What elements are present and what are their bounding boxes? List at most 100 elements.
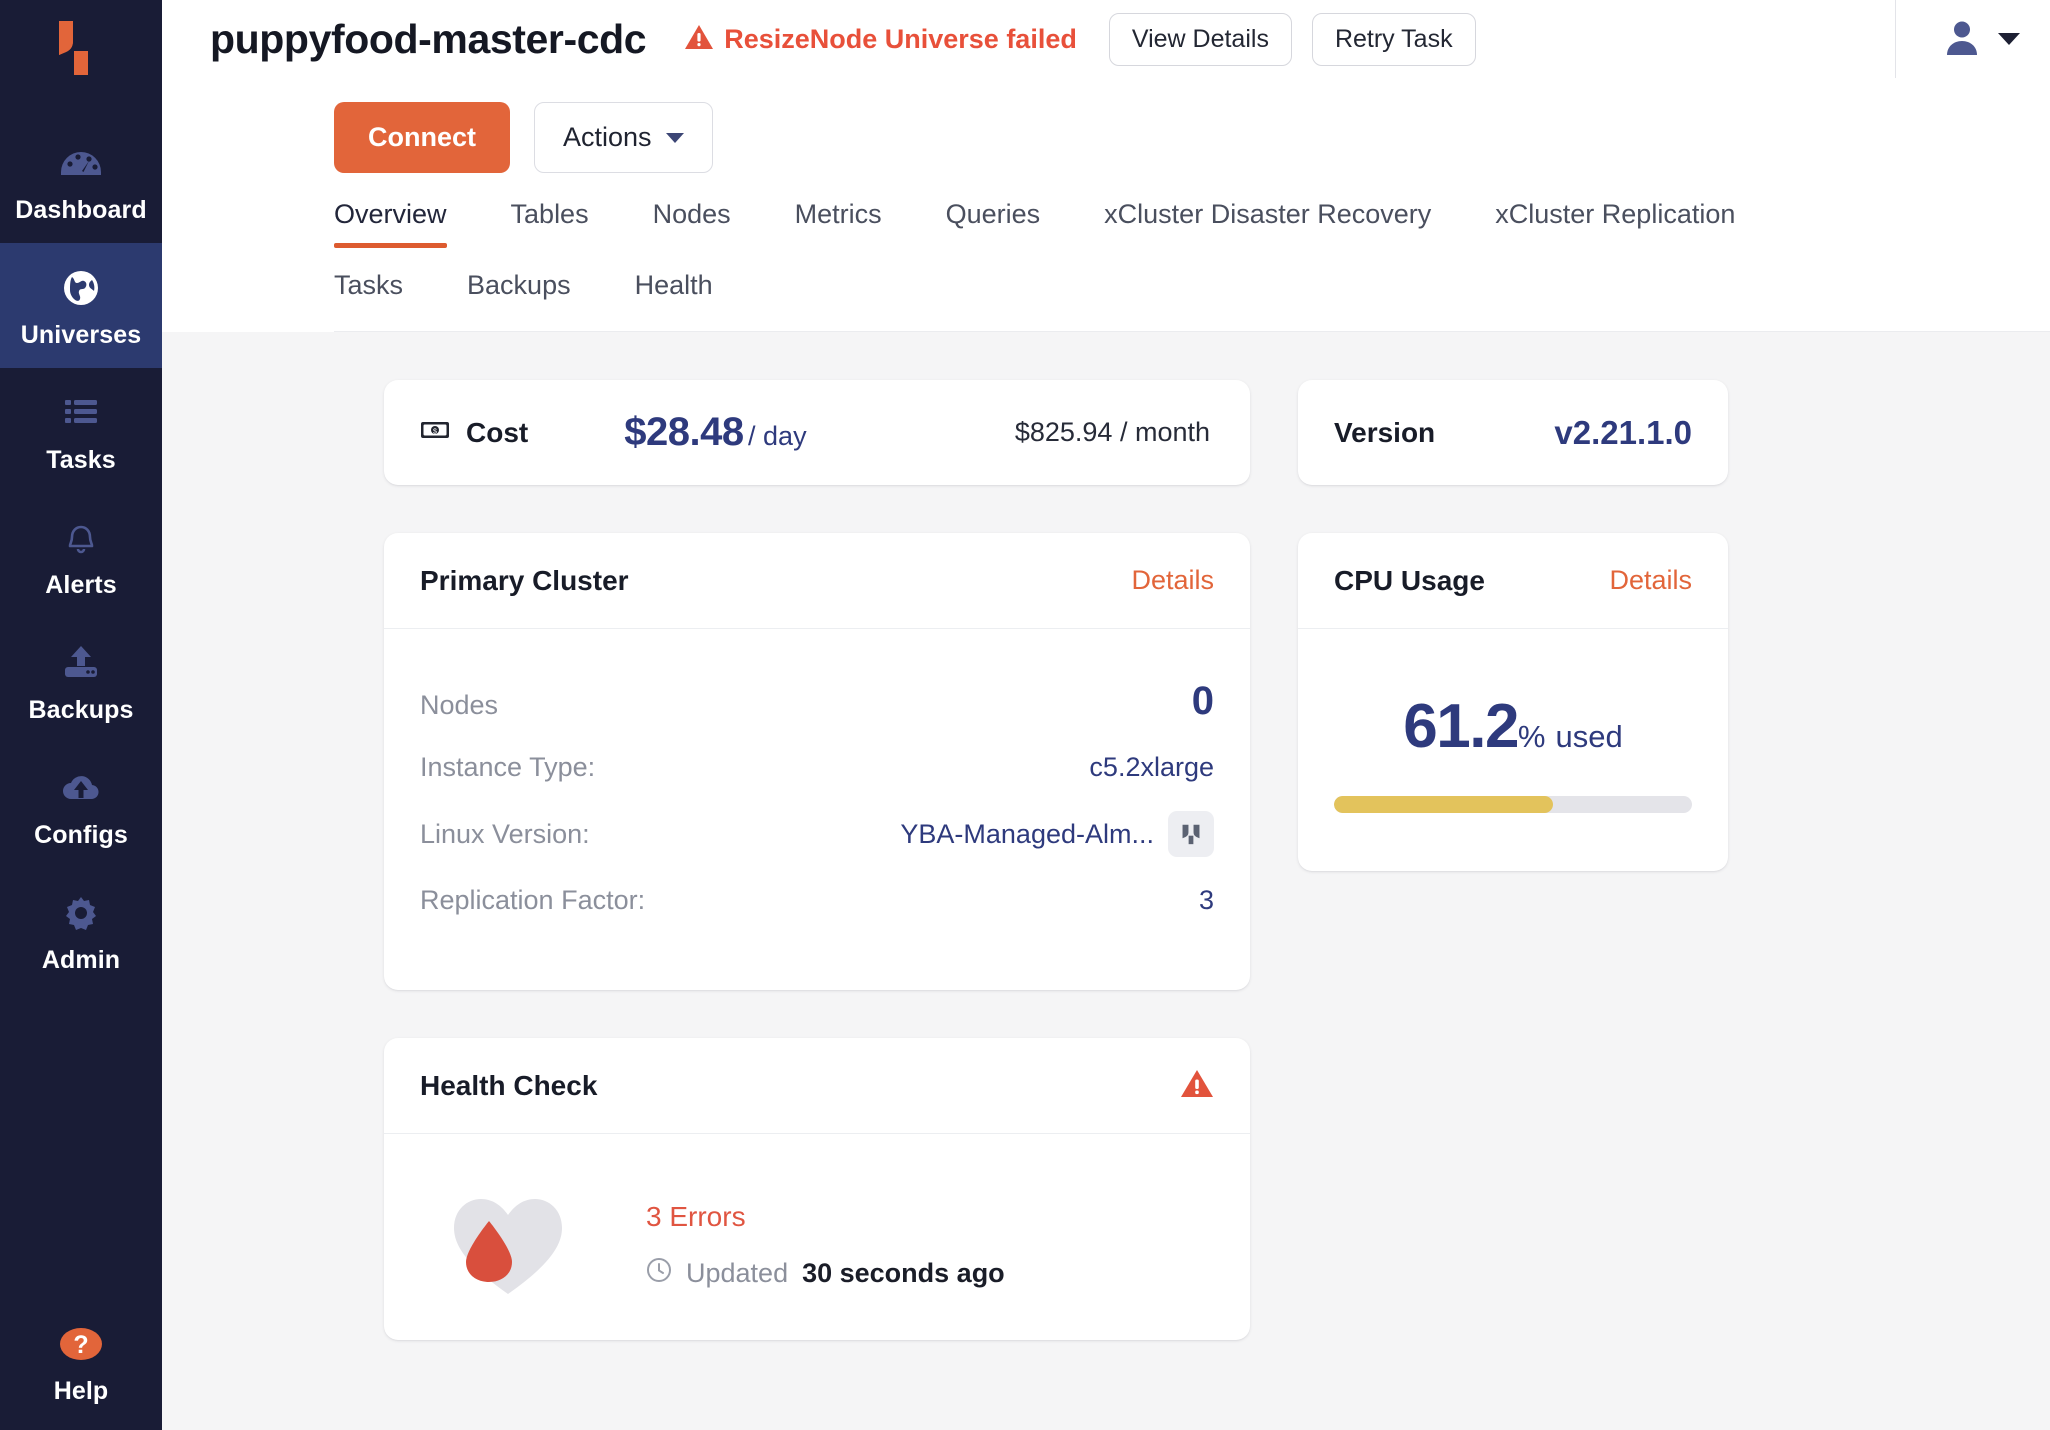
cpu-usage-card: CPU Usage Details 61.2 % used bbox=[1298, 533, 1728, 871]
overview-grid: $ Cost $28.48 / day $825.94 / month Prim… bbox=[162, 380, 2050, 1340]
cost-per-month: $825.94 / month bbox=[1015, 417, 1210, 448]
row-value: 0 bbox=[1192, 679, 1214, 724]
sidebar-item-dashboard[interactable]: Dashboard bbox=[0, 118, 162, 243]
updated-value: 30 seconds ago bbox=[802, 1258, 1005, 1289]
cost-per-day: $28.48 / day bbox=[624, 410, 806, 455]
connect-button[interactable]: Connect bbox=[334, 102, 510, 173]
gear-icon bbox=[58, 890, 104, 936]
cost-label: Cost bbox=[466, 417, 528, 449]
tab-xcluster-disaster-recovery[interactable]: xCluster Disaster Recovery bbox=[1104, 173, 1431, 248]
primary-cluster-title: Primary Cluster bbox=[420, 565, 629, 597]
sidebar-item-label: Dashboard bbox=[15, 198, 146, 223]
clock-icon bbox=[646, 1257, 672, 1290]
view-details-button[interactable]: View Details bbox=[1109, 13, 1292, 66]
row-key: Nodes bbox=[420, 690, 498, 721]
sidebar-item-label: Help bbox=[54, 1379, 109, 1404]
sidebar-item-label: Backups bbox=[29, 698, 134, 723]
bell-icon bbox=[58, 515, 104, 561]
heart-drop-icon bbox=[420, 1190, 596, 1300]
sidebar-item-configs[interactable]: Configs bbox=[0, 743, 162, 868]
row-value: 3 bbox=[1199, 885, 1214, 916]
sidebar-item-label: Alerts bbox=[45, 573, 116, 598]
top-bar-right bbox=[1895, 0, 2050, 78]
health-check-card: Health Check bbox=[384, 1038, 1250, 1340]
primary-cluster-row-instance-type: Instance Type: c5.2xlarge bbox=[420, 738, 1214, 797]
row-value: YBA-Managed-Alm... bbox=[900, 819, 1154, 850]
health-check-header: Health Check bbox=[384, 1038, 1250, 1134]
cpu-usage-percent-symbol: % bbox=[1518, 719, 1546, 755]
updated-prefix: Updated bbox=[686, 1258, 788, 1289]
task-error-text: ResizeNode Universe failed bbox=[724, 24, 1077, 55]
primary-cluster-row-nodes: Nodes 0 bbox=[420, 665, 1214, 738]
sidebar-item-backups[interactable]: Backups bbox=[0, 618, 162, 743]
tab-metrics[interactable]: Metrics bbox=[795, 173, 882, 248]
upload-drive-icon bbox=[58, 640, 104, 686]
primary-cluster-row-linux-version: Linux Version: YBA-Managed-Alm... bbox=[420, 797, 1214, 871]
task-error-banner: ResizeNode Universe failed bbox=[684, 23, 1077, 56]
header-buttons: View Details Retry Task bbox=[1109, 13, 1476, 66]
page-title: puppyfood-master-cdc bbox=[210, 16, 646, 63]
user-avatar-icon bbox=[1942, 17, 1982, 62]
sidebar-item-tasks[interactable]: Tasks bbox=[0, 368, 162, 493]
cpu-usage-details-link[interactable]: Details bbox=[1609, 565, 1692, 596]
tab-xcluster-replication[interactable]: xCluster Replication bbox=[1495, 173, 1735, 248]
cpu-usage-progress-track bbox=[1334, 796, 1692, 813]
actions-label: Actions bbox=[563, 122, 652, 153]
cost-per-day-unit: / day bbox=[748, 421, 807, 451]
retry-task-button[interactable]: Retry Task bbox=[1312, 13, 1476, 66]
user-menu[interactable] bbox=[1896, 17, 2050, 62]
row-value: c5.2xlarge bbox=[1089, 752, 1214, 783]
primary-cluster-body: Nodes 0 Instance Type: c5.2xlarge Linux … bbox=[384, 629, 1250, 990]
sidebar-item-label: Tasks bbox=[46, 448, 116, 473]
warning-triangle-icon bbox=[684, 23, 714, 56]
sidebar: Dashboard Universes Tasks Alerts bbox=[0, 0, 162, 1430]
health-check-info: 3 Errors Updated 30 seconds ago bbox=[646, 1201, 1005, 1290]
svg-text:?: ? bbox=[73, 1331, 88, 1359]
yugabyte-logo[interactable] bbox=[53, 18, 109, 78]
tab-tasks[interactable]: Tasks bbox=[334, 248, 403, 331]
cpu-usage-progress-fill bbox=[1334, 796, 1553, 813]
tab-nodes[interactable]: Nodes bbox=[653, 173, 731, 248]
chevron-down-icon bbox=[1998, 33, 2020, 45]
main-area: puppyfood-master-cdc ResizeNode Universe… bbox=[162, 0, 2050, 1430]
row-key: Linux Version: bbox=[420, 819, 590, 850]
list-icon bbox=[58, 390, 104, 436]
speedometer-icon bbox=[58, 140, 104, 186]
svg-text:$: $ bbox=[433, 429, 437, 436]
health-errors-count[interactable]: 3 Errors bbox=[646, 1201, 1005, 1233]
primary-cluster-row-replication-factor: Replication Factor: 3 bbox=[420, 871, 1214, 930]
warning-triangle-icon bbox=[1180, 1068, 1214, 1104]
right-column: Version v2.21.1.0 CPU Usage Details 61.2… bbox=[1298, 380, 1728, 871]
primary-cluster-details-link[interactable]: Details bbox=[1131, 565, 1214, 596]
tab-backups[interactable]: Backups bbox=[467, 248, 571, 331]
cpu-usage-readout: 61.2 % used bbox=[1334, 691, 1692, 762]
tab-health[interactable]: Health bbox=[635, 248, 713, 331]
sidebar-item-help[interactable]: ? Help bbox=[0, 1299, 162, 1430]
tab-bar: Overview Tables Nodes Metrics Queries xC… bbox=[162, 173, 2050, 332]
banknote-icon: $ bbox=[420, 420, 450, 445]
chevron-down-icon bbox=[666, 133, 684, 143]
tab-tables[interactable]: Tables bbox=[511, 173, 589, 248]
primary-cluster-card: Primary Cluster Details Nodes 0 Instance… bbox=[384, 533, 1250, 990]
tab-overview[interactable]: Overview bbox=[334, 173, 447, 248]
cpu-usage-header: CPU Usage Details bbox=[1298, 533, 1728, 629]
tab-queries[interactable]: Queries bbox=[946, 173, 1041, 248]
yugabyte-y-icon[interactable] bbox=[1168, 811, 1214, 857]
sidebar-item-alerts[interactable]: Alerts bbox=[0, 493, 162, 618]
tab-row-secondary: Tasks Backups Health bbox=[334, 248, 2050, 331]
sidebar-item-admin[interactable]: Admin bbox=[0, 868, 162, 993]
primary-cluster-header: Primary Cluster Details bbox=[384, 533, 1250, 629]
cpu-usage-body: 61.2 % used bbox=[1298, 629, 1728, 871]
sidebar-item-label: Universes bbox=[21, 323, 141, 348]
cost-card: $ Cost $28.48 / day $825.94 / month bbox=[384, 380, 1250, 485]
actions-dropdown-button[interactable]: Actions bbox=[534, 102, 713, 173]
row-key: Instance Type: bbox=[420, 752, 595, 783]
version-card: Version v2.21.1.0 bbox=[1298, 380, 1728, 485]
globe-icon bbox=[58, 265, 104, 311]
row-key: Replication Factor: bbox=[420, 885, 645, 916]
action-row: Connect Actions bbox=[162, 78, 2050, 173]
top-bar: puppyfood-master-cdc ResizeNode Universe… bbox=[162, 0, 2050, 78]
sidebar-item-universes[interactable]: Universes bbox=[0, 243, 162, 368]
health-updated-row: Updated 30 seconds ago bbox=[646, 1257, 1005, 1290]
row-value-group: YBA-Managed-Alm... bbox=[900, 811, 1214, 857]
